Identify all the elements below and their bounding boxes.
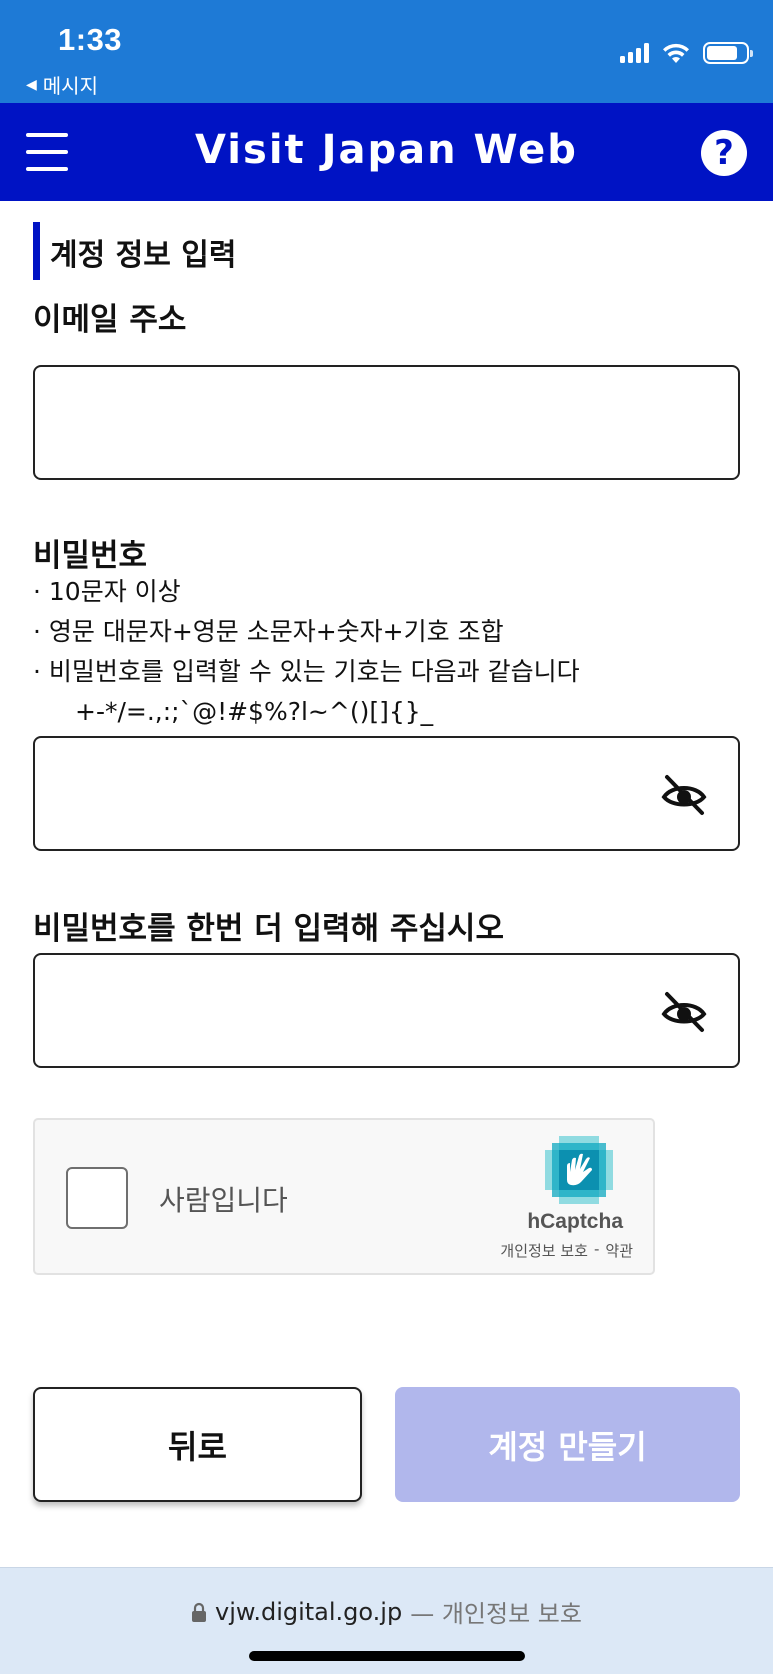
back-arrow-icon: ◀ <box>26 76 37 93</box>
app-header: Visit Japan Web ? <box>0 103 773 201</box>
password-confirm-field-box <box>33 953 740 1068</box>
email-input[interactable] <box>35 367 738 478</box>
wifi-icon <box>663 43 689 63</box>
password-rule: · 10문자 이상 <box>33 577 181 606</box>
create-account-button[interactable]: 계정 만들기 <box>395 1387 740 1502</box>
battery-icon <box>703 42 753 64</box>
hcaptcha-widget: 사람입니다 hCaptcha 개인정보 보호 - 약관 <box>33 1118 655 1275</box>
lock-icon <box>192 1602 207 1622</box>
password-input[interactable] <box>35 738 738 849</box>
browser-address-bar: vjw.digital.go.jp — 개인정보 보호 <box>0 1567 773 1674</box>
eye-slash-icon[interactable] <box>660 990 708 1034</box>
home-indicator[interactable] <box>249 1651 525 1661</box>
password-field-box <box>33 736 740 851</box>
hcaptcha-terms-link[interactable]: 약관 <box>605 1240 633 1261</box>
eye-slash-icon[interactable] <box>660 773 708 817</box>
status-bar: 1:33 ◀ 메시지 <box>0 0 773 103</box>
hcaptcha-checkbox[interactable] <box>66 1167 128 1229</box>
cellular-signal-icon <box>620 43 649 63</box>
password-rule: · 비밀번호를 입력할 수 있는 기호는 다음과 같습니다 <box>33 657 580 686</box>
help-question-icon[interactable]: ? <box>701 130 747 176</box>
password-label: 비밀번호 <box>33 538 148 574</box>
section-title: 계정 정보 입력 <box>33 222 237 280</box>
app-title: Visit Japan Web <box>195 127 578 173</box>
password-confirm-label: 비밀번호를 한번 더 입력해 주십시오 <box>33 911 504 947</box>
email-field-box <box>33 365 740 480</box>
url-text: vjw.digital.go.jp <box>215 1597 403 1626</box>
hcaptcha-privacy-link[interactable]: 개인정보 보호 <box>500 1240 588 1261</box>
password-rules: · 10문자 이상 · 영문 대문자+영문 소문자+숫자+기호 조합 · 비밀번… <box>33 572 580 732</box>
hcaptcha-links: 개인정보 보호 - 약관 <box>500 1240 633 1261</box>
back-to-messages[interactable]: ◀ 메시지 <box>26 70 98 99</box>
status-time: 1:33 <box>58 22 123 57</box>
email-label: 이메일 주소 <box>33 302 187 338</box>
hcaptcha-logo-icon <box>545 1136 613 1204</box>
back-button[interactable]: 뒤로 <box>33 1387 362 1502</box>
url-privacy-note: — 개인정보 보호 <box>410 1600 582 1628</box>
url-display[interactable]: vjw.digital.go.jp — 개인정보 보호 <box>0 1594 773 1629</box>
status-indicators <box>620 42 753 64</box>
back-to-messages-label: 메시지 <box>42 74 98 98</box>
hcaptcha-brand: hCaptcha <box>527 1210 623 1233</box>
password-confirm-input[interactable] <box>35 955 738 1066</box>
password-allowed-symbols: +-*/=.,:;`@!#$%?l~^()[]{}_ <box>75 697 434 726</box>
hcaptcha-label: 사람입니다 <box>159 1184 288 1217</box>
password-rule: · 영문 대문자+영문 소문자+숫자+기호 조합 <box>33 617 504 646</box>
hcaptcha-link-separator: - <box>593 1240 600 1258</box>
